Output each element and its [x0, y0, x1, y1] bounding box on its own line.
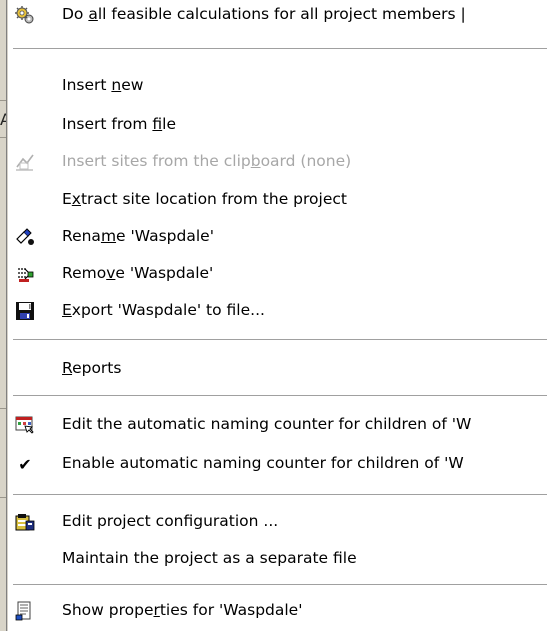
menu-item-do-all-calculations[interactable]: Do all feasible calculations for all pro… — [7, 0, 547, 30]
menu-item-label: Insert new — [62, 76, 144, 94]
menu-item-label: Insert sites from the clipboard (none) — [62, 152, 352, 170]
rename-icon — [15, 227, 35, 247]
clipboard-sites-icon — [15, 152, 35, 172]
menu-item-extract-site-location[interactable]: Extract site location from the project — [7, 185, 547, 215]
menu-item-maintain-separate-file[interactable]: Maintain the project as a separate file — [7, 544, 547, 574]
menu-item-label: Remove 'Waspdale' — [62, 264, 214, 282]
properties-icon — [15, 601, 35, 621]
menu-item-label: Show properties for 'Waspdale' — [62, 601, 303, 619]
menu-item-label: Do all feasible calculations for all pro… — [62, 5, 466, 23]
menu-item-label: Export 'Waspdale' to file... — [62, 301, 265, 319]
menu-item-enable-naming-counter[interactable]: ✔ Enable automatic naming counter for ch… — [7, 449, 547, 479]
menu-item-label: Edit the automatic naming counter for ch… — [62, 415, 472, 433]
menu-item-edit-project-configuration[interactable]: Edit project configuration ... — [7, 507, 547, 537]
menu-item-insert-new[interactable]: Insert new — [7, 71, 547, 101]
menu-item-label: Extract site location from the project — [62, 190, 347, 208]
gears-icon — [15, 5, 35, 25]
menu-item-remove[interactable]: Remove 'Waspdale' — [7, 259, 547, 289]
counter-edit-icon — [15, 415, 35, 435]
menu-item-reports[interactable]: Reports — [7, 354, 547, 384]
menu-separator — [13, 339, 547, 341]
floppy-disk-icon — [15, 301, 35, 321]
menu-separator — [13, 584, 547, 586]
menu-item-show-properties[interactable]: Show properties for 'Waspdale' — [7, 596, 547, 626]
menu-item-label: Enable automatic naming counter for chil… — [62, 454, 464, 472]
menu-item-label: Maintain the project as a separate file — [62, 549, 357, 567]
remove-icon — [15, 264, 35, 284]
menu-item-rename[interactable]: Rename 'Waspdale' — [7, 222, 547, 252]
menu-item-label: Edit project configuration ... — [62, 512, 279, 530]
menu-item-label: Insert from file — [62, 115, 176, 133]
checkmark-icon: ✔ — [18, 454, 32, 474]
menu-item-label: Rename 'Waspdale' — [62, 227, 214, 245]
menu-item-insert-from-file[interactable]: Insert from file — [7, 110, 547, 140]
project-config-icon — [15, 512, 35, 532]
context-menu: Do all feasible calculations for all pro… — [6, 0, 547, 631]
menu-item-edit-naming-counter[interactable]: Edit the automatic naming counter for ch… — [7, 410, 547, 440]
menu-separator — [13, 494, 547, 496]
menu-item-insert-sites-clipboard[interactable]: Insert sites from the clipboard (none) — [7, 147, 547, 177]
menu-item-label: Reports — [62, 359, 122, 377]
menu-separator — [13, 48, 547, 50]
menu-separator — [13, 395, 547, 397]
menu-item-export-to-file[interactable]: Export 'Waspdale' to file... — [7, 296, 547, 326]
